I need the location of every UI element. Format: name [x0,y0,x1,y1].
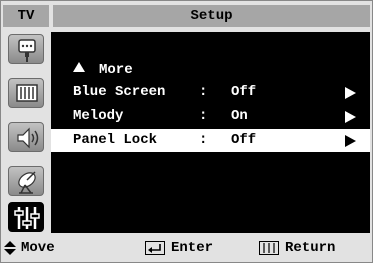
up-down-arrows-icon [4,241,16,255]
right-arrow-icon [345,87,356,99]
up-triangle-icon [73,62,85,72]
footer-enter-label: Enter [171,240,214,256]
picture-icon[interactable] [8,78,44,108]
menu-title: Setup [53,5,370,27]
menu-item-label: Melody [73,108,124,124]
input-icon[interactable] [8,34,44,64]
menu-item-separator: : [199,84,208,100]
menu-item-melody[interactable]: Melody : On [51,105,370,128]
footer-move-label: Move [21,240,55,256]
menu-content: More Blue Screen : Off Melody : On Panel… [51,32,370,233]
right-arrow-icon [345,135,356,147]
menu-item-value: On [231,108,248,124]
tv-label: TV [3,5,49,27]
menu-category-sidebar [3,32,49,233]
footer-return-label: Return [285,240,336,256]
menu-item-value: Off [231,132,257,148]
more-item[interactable]: More [73,60,133,80]
sound-icon[interactable] [8,122,44,152]
setup-icon[interactable] [8,202,44,232]
menu-item-separator: : [199,132,208,148]
return-icon [259,241,279,255]
header: TV Setup [3,5,370,27]
menu-item-label: Blue Screen [73,84,166,100]
more-label: More [99,62,133,78]
footer-help-bar: Move Enter Return [3,235,370,261]
menu-item-panel-lock[interactable]: Panel Lock : Off [51,129,370,152]
enter-icon [145,241,165,255]
menu-item-value: Off [231,84,257,100]
tv-osd-window: TV Setup More Blue Screen: Off Melody:… [0,0,373,263]
menu-item-blue-screen[interactable]: Blue Screen : Off [51,81,370,104]
channel-icon[interactable] [8,166,44,196]
menu-item-label: Panel Lock [73,132,158,148]
right-arrow-icon [345,111,356,123]
menu-item-separator: : [199,108,208,124]
